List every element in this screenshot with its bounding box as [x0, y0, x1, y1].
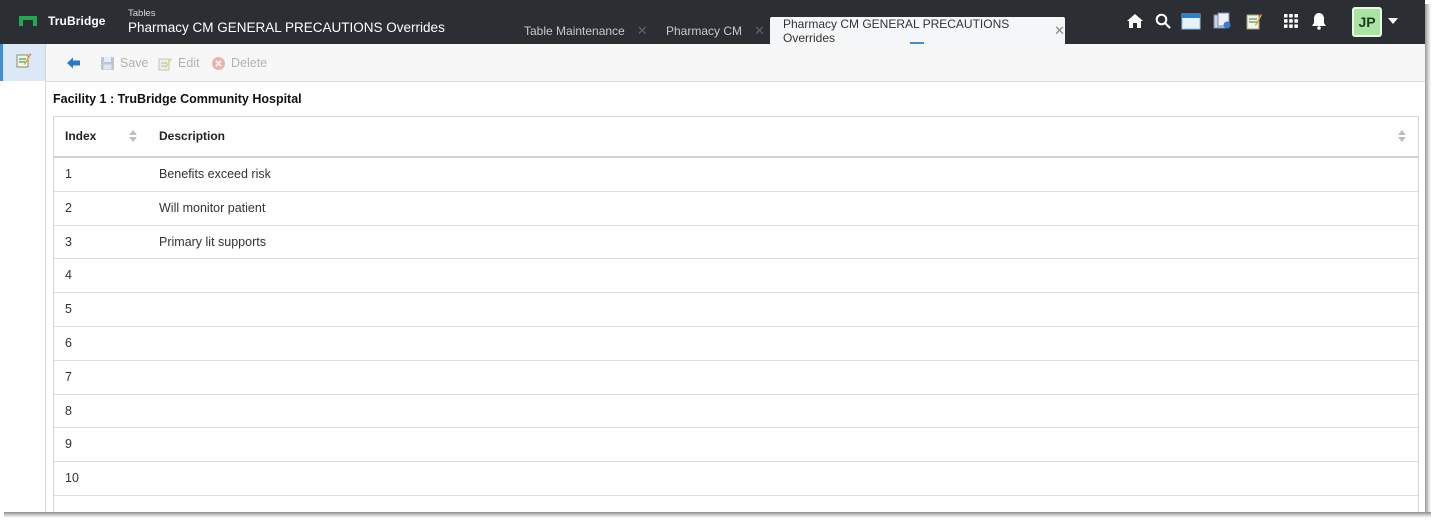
- table-row[interactable]: 8: [54, 395, 1418, 429]
- apps-grid-icon[interactable]: [1281, 11, 1301, 31]
- section-label: Tables: [128, 8, 156, 19]
- cell-index: 1: [65, 167, 72, 181]
- cell-index: 5: [65, 302, 72, 317]
- user-avatar[interactable]: JP: [1352, 7, 1382, 37]
- notes-edit-icon: [16, 52, 32, 73]
- edit-icon: [158, 56, 173, 71]
- bell-icon[interactable]: [1309, 11, 1329, 31]
- action-toolbar: Save Edit Delete: [46, 44, 1425, 82]
- close-icon[interactable]: ✕: [754, 23, 765, 39]
- delete-icon: [211, 56, 226, 71]
- edit-button[interactable]: Edit: [158, 54, 200, 72]
- cell-description: Will monitor patient: [159, 200, 266, 215]
- window-shadow: [4, 512, 1431, 518]
- search-icon[interactable]: [1153, 11, 1173, 31]
- overrides-table: Index Description 1 Benefits exceed risk 2…: [53, 116, 1419, 512]
- cell-index: 9: [65, 437, 72, 452]
- table-body: 1 Benefits exceed risk 2 Will monitor patie…: [54, 158, 1418, 496]
- table-header: Index Description: [54, 117, 1418, 158]
- column-header-description[interactable]: Description: [159, 129, 225, 143]
- tab-label: Table Maintenance: [524, 23, 625, 38]
- table-row[interactable]: 2 Will monitor patient: [54, 192, 1418, 226]
- window-icon[interactable]: [1181, 11, 1201, 31]
- page-title: Pharmacy CM GENERAL PRECAUTIONS Override…: [128, 20, 445, 35]
- app-window: TruBridge Tables Pharmacy CM GENERAL PRE…: [0, 0, 1425, 512]
- tab-label: Pharmacy CM: [666, 23, 743, 38]
- save-icon: [100, 56, 115, 71]
- tab-general-precautions-overrides[interactable]: Pharmacy CM GENERAL PRECAUTIONS Override…: [770, 16, 1065, 45]
- brand-logo[interactable]: TruBridge: [18, 14, 106, 28]
- sort-icon[interactable]: [129, 130, 137, 144]
- cell-index: 4: [65, 268, 72, 283]
- back-arrow-icon: [66, 56, 82, 70]
- cell-description: Primary lit supports: [159, 234, 266, 249]
- close-icon[interactable]: ✕: [637, 23, 648, 39]
- tab-pharmacy-cm[interactable]: Pharmacy CM ✕: [666, 17, 765, 44]
- close-icon[interactable]: ✕: [1054, 23, 1065, 39]
- table-row[interactable]: 10: [54, 462, 1418, 496]
- cell-index: 8: [65, 403, 72, 418]
- documents-icon[interactable]: [1212, 11, 1232, 31]
- facility-label: Facility 1 : TruBridge Community Hospita…: [53, 92, 302, 106]
- cell-description: Benefits exceed risk: [159, 167, 271, 181]
- back-button[interactable]: [66, 54, 87, 72]
- page-heading: Tables Pharmacy CM GENERAL PRECAUTIONS O…: [128, 9, 445, 36]
- left-rail: [0, 44, 46, 512]
- cell-index: 3: [65, 234, 72, 249]
- table-row[interactable]: 5: [54, 293, 1418, 327]
- save-label: Save: [120, 56, 149, 70]
- table-row[interactable]: 4: [54, 259, 1418, 294]
- delete-label: Delete: [231, 56, 268, 70]
- window-shadow: [1425, 4, 1431, 516]
- table-row[interactable]: 7: [54, 361, 1418, 395]
- save-button[interactable]: Save: [100, 54, 149, 72]
- table-row[interactable]: 6: [54, 327, 1418, 361]
- chevron-down-icon[interactable]: [1388, 18, 1398, 24]
- brand-name: TruBridge: [48, 14, 106, 28]
- tab-table-maintenance[interactable]: Table Maintenance ✕: [524, 17, 648, 44]
- column-header-index[interactable]: Index: [65, 129, 96, 143]
- edit-label: Edit: [178, 56, 200, 70]
- cell-index: 10: [65, 471, 79, 486]
- notes-icon[interactable]: [1244, 11, 1264, 31]
- tab-label: Pharmacy CM GENERAL PRECAUTIONS Override…: [783, 16, 1010, 45]
- cell-index: 6: [65, 335, 72, 350]
- cell-index: 7: [65, 369, 72, 384]
- rail-item-edit-table[interactable]: [0, 44, 45, 81]
- home-icon[interactable]: [1125, 11, 1145, 31]
- table-row[interactable]: 9: [54, 428, 1418, 463]
- sort-icon[interactable]: [1398, 130, 1406, 144]
- table-row[interactable]: 3 Primary lit supports: [54, 226, 1418, 260]
- table-row[interactable]: 1 Benefits exceed risk: [54, 158, 1418, 192]
- trubridge-logo-icon: [18, 14, 38, 28]
- cell-index: 2: [65, 200, 72, 215]
- delete-button[interactable]: Delete: [211, 54, 267, 72]
- top-bar: TruBridge Tables Pharmacy CM GENERAL PRE…: [0, 0, 1425, 45]
